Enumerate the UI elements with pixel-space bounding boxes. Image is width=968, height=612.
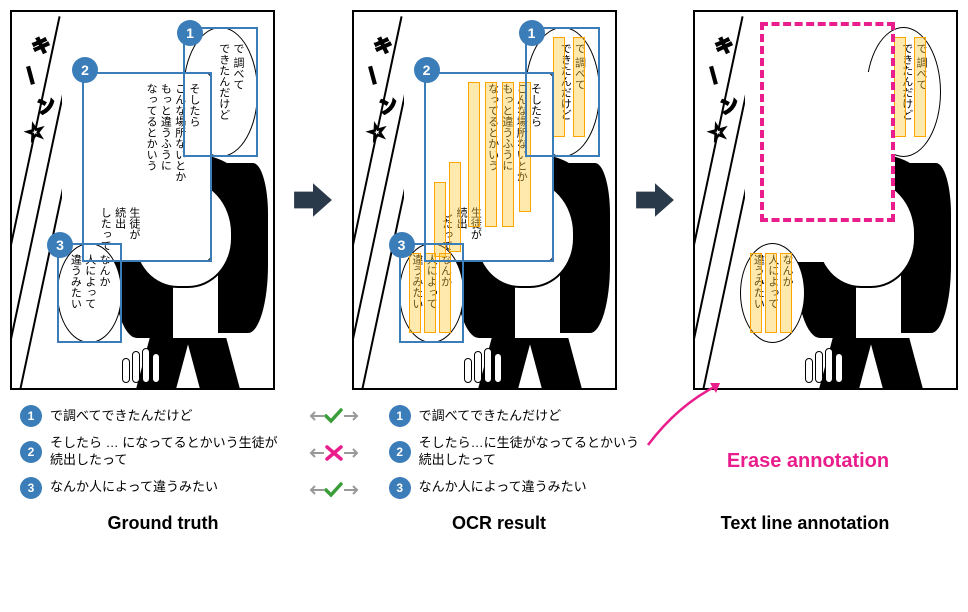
list-text: で調べてできたんだけど xyxy=(419,408,561,425)
arrow-icon xyxy=(292,179,334,221)
check-icon xyxy=(299,479,369,501)
ground-truth-panel: キ ㅣ ン ★ xyxy=(10,10,275,390)
list-badge: 1 xyxy=(20,405,42,427)
list-badge: 2 xyxy=(389,441,411,463)
badge-3: 3 xyxy=(47,232,73,258)
panel-labels: Ground truth OCR result Text line annota… xyxy=(10,513,958,534)
ground-truth-list: 1 で調べてできたんだけど 2 そしたら … になってるとかいう生徒が続出したっ… xyxy=(20,405,280,501)
hand-illustration xyxy=(464,343,514,383)
erase-label-area: Erase annotation xyxy=(668,405,948,501)
ocr-result-label: OCR result xyxy=(359,513,639,534)
badge-1: 1 xyxy=(177,20,203,46)
ocr-result-list: 1 で調べてできたんだけど 2 そしたら…に生徒がなってるとかいう続出したって … xyxy=(389,405,649,501)
annotation-box-2 xyxy=(82,72,212,262)
annotation-box-3 xyxy=(399,243,464,343)
annotation-box-3 xyxy=(57,243,122,343)
cross-icon xyxy=(299,435,369,471)
annotation-box-2 xyxy=(424,72,554,262)
list-text: で調べてできたんだけど xyxy=(50,408,192,425)
list-badge: 2 xyxy=(20,441,42,463)
text-line-panel: キ ㅣ ン ★ xyxy=(693,10,958,390)
list-text: そしたら … になってるとかいう生徒が続出したって xyxy=(50,435,280,469)
list-text: なんか人によって違うみたい xyxy=(419,479,587,496)
list-badge: 3 xyxy=(389,477,411,499)
ocr-highlight xyxy=(765,253,777,333)
badge-3: 3 xyxy=(389,232,415,258)
ocr-highlight xyxy=(780,253,792,333)
ocr-highlight xyxy=(914,37,926,137)
badge-1: 1 xyxy=(519,20,545,46)
badge-2: 2 xyxy=(414,57,440,83)
list-badge: 1 xyxy=(389,405,411,427)
match-indicators xyxy=(299,405,369,501)
ocr-result-panel: キ ㅣ ン ★ xyxy=(352,10,617,390)
comparison-section: 1 で調べてできたんだけど 2 そしたら … になってるとかいう生徒が続出したっ… xyxy=(10,405,958,501)
check-icon xyxy=(299,405,369,427)
panels-container: キ ㅣ ン ★ xyxy=(10,10,958,390)
list-text: なんか人によって違うみたい xyxy=(50,479,218,496)
ground-truth-label: Ground truth xyxy=(23,513,303,534)
hand-illustration xyxy=(122,343,172,383)
erase-annotation-box xyxy=(760,22,895,222)
text-line-label: Text line annotation xyxy=(665,513,945,534)
badge-2: 2 xyxy=(72,57,98,83)
hand-illustration xyxy=(805,343,855,383)
list-text: そしたら…に生徒がなってるとかいう続出したって xyxy=(419,435,649,469)
ocr-highlight xyxy=(750,253,762,333)
arrow-icon xyxy=(634,179,676,221)
ocr-highlight xyxy=(894,37,906,137)
curved-arrow-icon xyxy=(638,375,738,455)
list-badge: 3 xyxy=(20,477,42,499)
